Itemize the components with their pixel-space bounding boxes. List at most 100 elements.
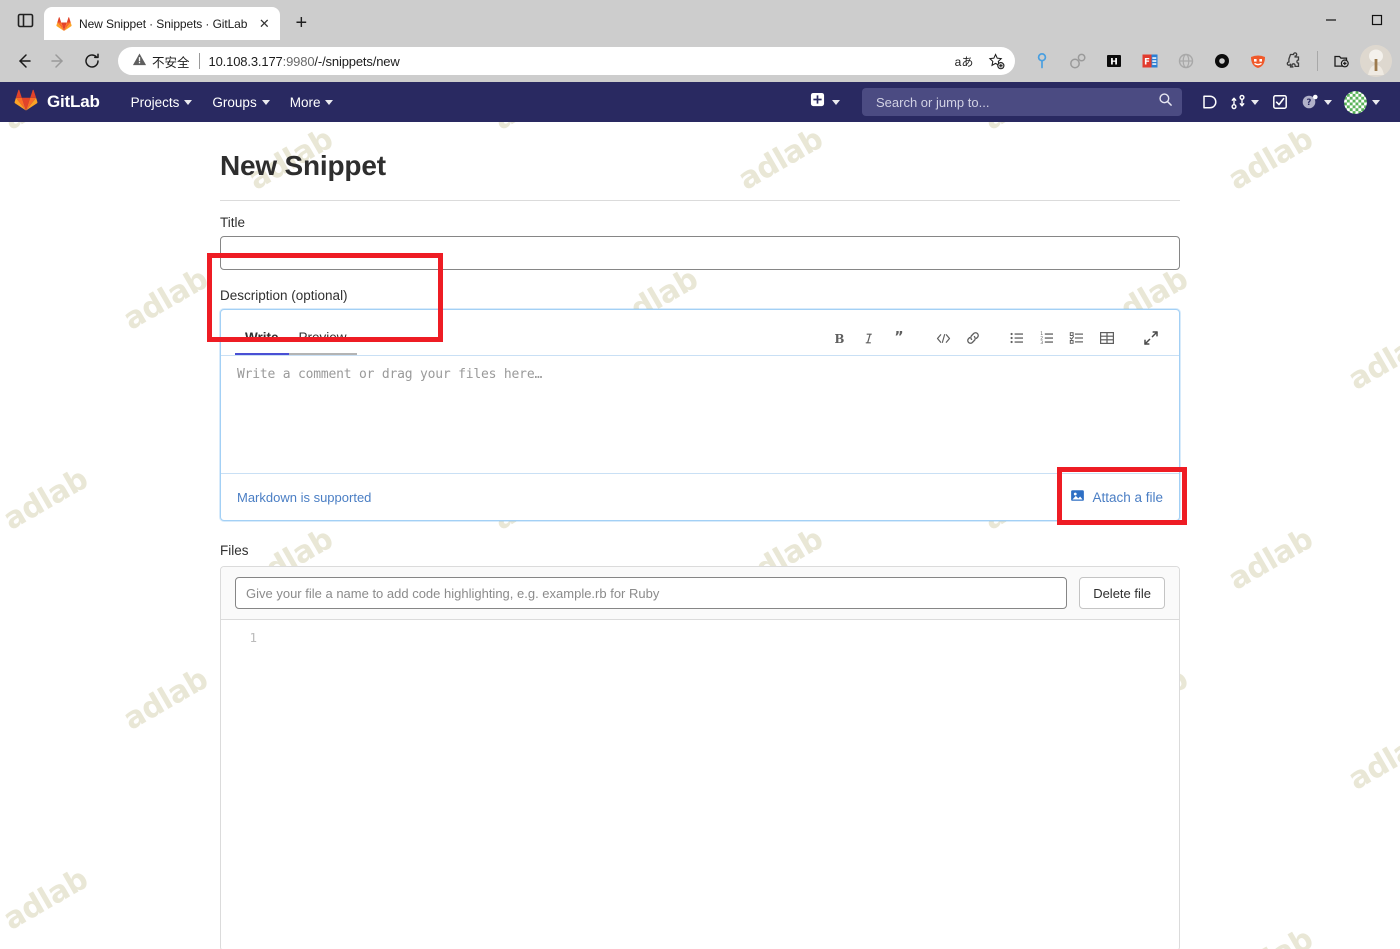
svg-text:?: ? bbox=[1307, 98, 1312, 108]
puzzle-extension-icon[interactable] bbox=[1277, 45, 1311, 77]
nav-groups[interactable]: Groups bbox=[203, 89, 278, 116]
delete-file-button[interactable]: Delete file bbox=[1079, 577, 1165, 609]
security-indicator[interactable]: 不安全 bbox=[132, 52, 190, 71]
title-field-label: Title bbox=[220, 215, 246, 230]
page-viewport: GitLab Projects Groups More Search or ju… bbox=[0, 82, 1400, 949]
gitlab-fox-icon bbox=[56, 16, 72, 32]
translate-icon[interactable]: aあ bbox=[949, 48, 979, 74]
description-textarea[interactable]: Write a comment or drag your files here… bbox=[221, 356, 1179, 474]
security-label: 不安全 bbox=[152, 55, 190, 70]
bubbles-extension-icon[interactable] bbox=[1061, 45, 1095, 77]
forward-button[interactable] bbox=[42, 45, 74, 77]
page-title: New Snippet bbox=[220, 150, 386, 181]
create-new-button[interactable] bbox=[802, 87, 848, 117]
global-search[interactable] bbox=[862, 88, 1182, 116]
description-placeholder: Write a comment or drag your files here… bbox=[237, 367, 543, 382]
search-input[interactable] bbox=[874, 93, 1158, 111]
svg-text:”: ” bbox=[894, 330, 903, 346]
todos-icon[interactable] bbox=[1267, 88, 1293, 116]
minimize-button[interactable] bbox=[1308, 4, 1354, 36]
user-menu[interactable] bbox=[1340, 88, 1384, 116]
nav-groups-label: Groups bbox=[212, 94, 257, 110]
orange-face-extension-icon[interactable] bbox=[1241, 45, 1275, 77]
files-label: Files bbox=[220, 543, 249, 558]
back-button[interactable] bbox=[8, 45, 40, 77]
gitlab-main-menu: Projects Groups More bbox=[122, 89, 343, 116]
pin-extension-icon[interactable] bbox=[1025, 45, 1059, 77]
chevron-down-icon bbox=[184, 99, 193, 105]
url-path: /-/snippets/new bbox=[314, 53, 400, 69]
browser-tab[interactable]: New Snippet · Snippets · GitLab ✕ bbox=[44, 7, 281, 40]
tab-preview[interactable]: Preview bbox=[288, 324, 357, 355]
bullet-list-icon[interactable] bbox=[1003, 325, 1031, 351]
toolbar-divider bbox=[1317, 51, 1318, 71]
image-attach-icon bbox=[1070, 488, 1085, 506]
circle-extension-icon[interactable] bbox=[1205, 45, 1239, 77]
chevron-down-icon bbox=[832, 99, 840, 105]
collections-icon[interactable] bbox=[1324, 45, 1358, 77]
browser-tabstrip: New Snippet · Snippets · GitLab ✕ + bbox=[0, 0, 1400, 40]
nav-more-label: More bbox=[289, 94, 321, 110]
svg-text:H: H bbox=[1110, 57, 1118, 67]
merge-requests-icon[interactable] bbox=[1226, 88, 1263, 116]
code-editor[interactable]: 1 bbox=[221, 620, 1179, 949]
new-tab-button[interactable]: + bbox=[286, 8, 316, 38]
close-tab-icon[interactable]: ✕ bbox=[254, 14, 274, 34]
bold-icon[interactable]: B bbox=[825, 325, 853, 351]
markdown-toolbar: B ” 1 2 3 bbox=[825, 325, 1165, 355]
search-icon[interactable] bbox=[1158, 92, 1173, 112]
line-number-gutter: 1 bbox=[221, 628, 267, 949]
help-icon[interactable]: ? bbox=[1297, 88, 1336, 116]
url-host: 10.108.3.177 bbox=[208, 53, 283, 69]
star-plus-icon[interactable] bbox=[981, 48, 1011, 74]
page-content: New Snippet Title Description (optional)… bbox=[0, 122, 1400, 949]
nav-projects[interactable]: Projects bbox=[122, 89, 202, 116]
content-container: New Snippet Title Description (optional)… bbox=[220, 150, 1180, 949]
address-bar-actions: aあ bbox=[949, 48, 1011, 74]
url-port: :9980 bbox=[282, 53, 315, 69]
nav-projects-label: Projects bbox=[130, 94, 180, 110]
issues-icon[interactable] bbox=[1196, 88, 1222, 116]
svg-text:B: B bbox=[834, 331, 844, 345]
markdown-tabs: Write Preview bbox=[235, 324, 357, 355]
table-icon[interactable] bbox=[1093, 325, 1121, 351]
chevron-down-icon bbox=[261, 99, 270, 105]
task-list-icon[interactable] bbox=[1063, 325, 1091, 351]
globe-extension-icon[interactable] bbox=[1169, 45, 1203, 77]
italic-icon[interactable] bbox=[855, 325, 883, 351]
address-bar[interactable]: 不安全 10.108.3.177:9980/-/snippets/new aあ bbox=[118, 47, 1015, 75]
address-separator bbox=[198, 53, 200, 69]
gitlab-brand-label: GitLab bbox=[47, 92, 100, 111]
numbered-list-icon[interactable]: 123 bbox=[1033, 325, 1061, 351]
tab-list-icon[interactable] bbox=[8, 0, 42, 40]
gitlab-brand[interactable]: GitLab bbox=[14, 88, 100, 117]
link-icon[interactable] bbox=[959, 325, 987, 351]
warning-triangle-icon bbox=[132, 52, 147, 70]
reload-button[interactable] bbox=[76, 45, 108, 77]
title-input[interactable] bbox=[220, 236, 1180, 270]
code-icon[interactable] bbox=[929, 325, 957, 351]
svg-text:F: F bbox=[1144, 58, 1150, 68]
profile-avatar[interactable] bbox=[1360, 45, 1392, 77]
chevron-down-icon bbox=[1372, 99, 1380, 105]
fe-extension-icon[interactable]: F bbox=[1133, 45, 1167, 77]
window-controls bbox=[1308, 0, 1400, 40]
quote-icon[interactable]: ” bbox=[885, 325, 913, 351]
fullscreen-icon[interactable] bbox=[1137, 325, 1165, 351]
markdown-header: Write Preview B ” 1 2 3 bbox=[221, 310, 1179, 356]
maximize-button[interactable] bbox=[1354, 4, 1400, 36]
markdown-footer: Markdown is supported Attach a file bbox=[221, 474, 1179, 520]
h-extension-icon[interactable]: H bbox=[1097, 45, 1131, 77]
nav-more[interactable]: More bbox=[281, 89, 343, 116]
markdown-supported-link[interactable]: Markdown is supported bbox=[237, 490, 371, 505]
line-number: 1 bbox=[249, 630, 257, 645]
plus-square-icon bbox=[810, 92, 825, 112]
code-content[interactable] bbox=[267, 628, 1179, 949]
user-avatar bbox=[1344, 90, 1367, 114]
attach-file-button[interactable]: Attach a file bbox=[1064, 486, 1169, 508]
file-name-input[interactable] bbox=[235, 577, 1068, 609]
browser-window: New Snippet · Snippets · GitLab ✕ + 不安全 … bbox=[0, 0, 1400, 949]
url-text: 10.108.3.177:9980/-/snippets/new bbox=[209, 54, 949, 69]
tab-write[interactable]: Write bbox=[235, 324, 289, 355]
